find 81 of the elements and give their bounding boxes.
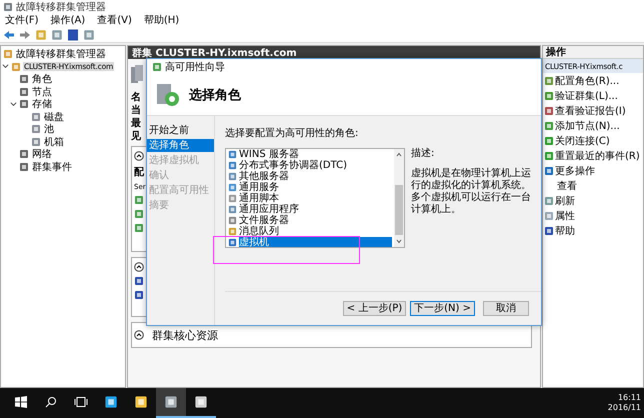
action-item[interactable]: 帮助 xyxy=(555,224,575,238)
clock-date[interactable]: 2016/11 xyxy=(608,403,641,413)
scrollbar[interactable] xyxy=(394,149,404,247)
role-item[interactable]: 通用应用程序 xyxy=(239,204,392,215)
role-item[interactable]: 通用服务 xyxy=(239,182,392,193)
tree-node-icon xyxy=(11,62,21,72)
action-item[interactable]: 配置角色(R)... xyxy=(555,74,620,88)
role-list[interactable]: WINS 服务器 分布式事务协调器(DTC) 其他服务器 通用服务 通用脚本 通用应用程序 文件服务器 消息队列 虚拟机 xyxy=(225,148,405,248)
action-item[interactable]: 属性 xyxy=(555,208,575,222)
start-icon[interactable] xyxy=(15,396,27,408)
tree-node-icon xyxy=(19,86,29,97)
tree-item[interactable]: 群集事件 xyxy=(31,160,73,174)
role-item[interactable]: WINS 服务器 xyxy=(239,149,392,160)
action-item[interactable]: 关闭连接(C) xyxy=(555,134,610,148)
field-label: 见 xyxy=(131,130,142,141)
tree-item[interactable]: 机箱 xyxy=(43,134,65,149)
collapse-icon[interactable] xyxy=(134,262,144,272)
description-label: 描述: xyxy=(411,148,436,160)
tree-item[interactable]: 池 xyxy=(43,122,55,136)
menu-item[interactable]: 查看(V) xyxy=(97,13,132,27)
search-icon[interactable] xyxy=(45,396,57,408)
role-item[interactable]: 虚拟机 xyxy=(239,237,392,247)
role-item[interactable]: 文件服务器 xyxy=(239,215,392,226)
tree-item[interactable]: 网络 xyxy=(31,147,53,162)
expand-caret-icon[interactable] xyxy=(2,63,9,70)
clock-time[interactable]: 16:11 xyxy=(618,393,641,403)
collapse-icon[interactable] xyxy=(134,151,144,161)
app-icon xyxy=(134,395,148,409)
collapse-icon[interactable] xyxy=(134,330,144,340)
dialog-button[interactable]: 取消 xyxy=(483,301,529,316)
tree-item[interactable]: 角色 xyxy=(31,72,53,86)
taskbar-app[interactable] xyxy=(156,388,186,418)
tree-item[interactable]: 故障转移群集管理器 xyxy=(15,47,107,62)
window-title: 故障转移群集管理器 xyxy=(16,0,106,14)
action-item[interactable]: 添加节点(N)... xyxy=(555,118,620,132)
menu-item[interactable]: 帮助(H) xyxy=(144,13,180,27)
section-title: 群集核心资源 xyxy=(152,328,218,342)
action-item[interactable]: 查看验证报告(I) xyxy=(555,104,626,118)
expand-caret-icon[interactable] xyxy=(10,100,17,108)
tree-node-icon xyxy=(19,149,29,160)
tree-item[interactable]: 磁盘 xyxy=(43,110,65,124)
tree-item[interactable]: 节点 xyxy=(31,84,53,99)
dialog-button[interactable]: < 上一步(P) xyxy=(342,301,406,316)
action-item[interactable]: 验证群集(L)... xyxy=(555,88,618,102)
summary-text: 配 xyxy=(134,166,144,179)
wizard-step[interactable]: 选择角色 xyxy=(147,139,214,152)
actions-header: 操作 xyxy=(543,46,643,59)
tree-node-icon xyxy=(19,162,29,172)
tree-node-icon xyxy=(31,112,41,122)
role-item[interactable]: 其他服务器 xyxy=(239,171,392,182)
dialog-button[interactable]: 下一步(N) > xyxy=(410,301,475,316)
wizard-step[interactable]: 开始之前 xyxy=(147,124,214,137)
app-icon xyxy=(164,395,178,409)
menu-item[interactable]: 文件(F) xyxy=(5,13,39,27)
action-item[interactable]: 重置最近的事件(R) xyxy=(555,148,640,162)
action-item[interactable]: 更多操作 xyxy=(555,164,595,178)
role-item[interactable]: 分布式事务协调器(DTC) xyxy=(239,160,392,171)
prompt-text: 选择要配置为高可用性的角色: xyxy=(225,126,360,140)
field-label: 最 xyxy=(131,116,142,128)
menu-item[interactable]: 操作(A) xyxy=(50,13,86,27)
task-view-icon[interactable] xyxy=(74,397,88,407)
tree-node-icon xyxy=(31,124,41,134)
action-item[interactable]: 刷新 xyxy=(555,194,575,208)
role-item[interactable]: 消息队列 xyxy=(239,226,392,237)
action-item[interactable]: 查看 xyxy=(543,178,643,193)
tree-node-icon xyxy=(19,99,29,110)
forward-arrow-icon[interactable] xyxy=(19,30,31,40)
back-arrow-icon[interactable] xyxy=(3,30,15,40)
description-text: 虚拟机是在物理计算机上运行的虚拟化的计算机系统。多个虚拟机可以运行在一台计算机上。 xyxy=(411,168,532,216)
tree-item[interactable]: 存储 xyxy=(31,97,53,112)
app-icon xyxy=(194,395,208,409)
role-item[interactable]: 通用脚本 xyxy=(239,193,392,204)
pane-header: 群集 CLUSTER-HY.ixmsoft.com xyxy=(128,46,540,59)
field-label: 名 xyxy=(131,90,142,102)
field-label: 当 xyxy=(131,104,142,115)
tree-node-icon xyxy=(3,49,13,60)
tree-node-icon xyxy=(31,136,41,147)
app-icon xyxy=(104,395,118,409)
tree-node-icon xyxy=(19,74,29,84)
dialog-heading: 选择角色 xyxy=(189,86,241,104)
dialog-title: 高可用性向导 xyxy=(165,60,225,74)
